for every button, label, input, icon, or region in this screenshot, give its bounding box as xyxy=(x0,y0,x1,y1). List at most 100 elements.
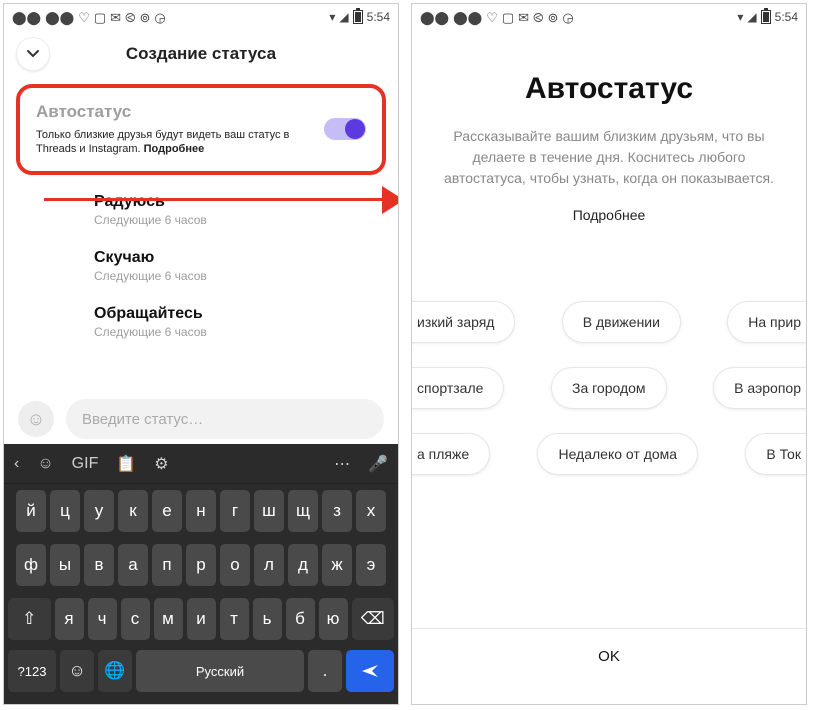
key[interactable]: с xyxy=(121,598,150,640)
status-option[interactable]: Скучаю Следующие 6 часов xyxy=(94,249,378,283)
kb-row-1: й ц у к е н г ш щ з х xyxy=(4,484,398,538)
key[interactable]: щ xyxy=(288,490,318,532)
battery-icon xyxy=(761,10,771,24)
keyboard: ‹ ☺ GIF 📋 ⚙ ⋯ 🎤 й ц у к е н г ш xyxy=(4,444,398,704)
ok-button[interactable]: OK xyxy=(412,628,806,684)
signal-icon: ◢ xyxy=(339,10,348,24)
signal-icon: ◢ xyxy=(747,10,756,24)
key[interactable]: э xyxy=(356,544,386,586)
chip[interactable]: изкий заряд xyxy=(411,301,515,343)
chip[interactable]: Недалеко от дома xyxy=(537,433,698,475)
keyboard-toolbar: ‹ ☺ GIF 📋 ⚙ ⋯ 🎤 xyxy=(4,444,398,484)
autostatus-heading: Автостатус xyxy=(412,72,806,106)
key[interactable]: ю xyxy=(319,598,348,640)
chip[interactable]: В аэропор xyxy=(713,367,807,409)
status-option-sub: Следующие 6 часов xyxy=(94,269,378,283)
key[interactable]: й xyxy=(16,490,46,532)
gif-button[interactable]: GIF xyxy=(72,455,99,473)
chip[interactable]: В Ток xyxy=(745,433,807,475)
key[interactable]: г xyxy=(220,490,250,532)
wifi-icon: ▾ xyxy=(737,10,743,24)
kb-collapse-icon[interactable]: ‹ xyxy=(14,455,19,473)
space-key[interactable]: Русский xyxy=(136,650,304,692)
key[interactable]: и xyxy=(187,598,216,640)
key[interactable]: х xyxy=(356,490,386,532)
kb-row-3: ⇧ я ч с м и т ь б ю ⌫ xyxy=(4,592,398,646)
composer: ☺ Введите статус… xyxy=(4,394,398,444)
key[interactable]: м xyxy=(154,598,183,640)
clipboard-icon[interactable]: 📋 xyxy=(116,454,136,474)
autostatus-toggle[interactable] xyxy=(324,118,366,140)
backspace-key[interactable]: ⌫ xyxy=(352,598,395,640)
enter-key[interactable] xyxy=(346,650,394,692)
key[interactable]: о xyxy=(220,544,250,586)
key[interactable]: з xyxy=(322,490,352,532)
status-option-sub: Следующие 6 часов xyxy=(94,213,378,227)
annotation-arrow xyxy=(44,198,382,202)
key[interactable]: а xyxy=(118,544,148,586)
status-option-sub: Следующие 6 часов xyxy=(94,325,378,339)
key[interactable]: е xyxy=(152,490,182,532)
wifi-icon: ▾ xyxy=(329,10,335,24)
settings-icon[interactable]: ⚙ xyxy=(154,454,168,474)
status-options: Радуюсь Следующие 6 часов Скучаю Следующ… xyxy=(4,187,398,339)
send-icon xyxy=(360,663,380,679)
key[interactable]: к xyxy=(118,490,148,532)
annotation-arrow-head xyxy=(382,186,399,214)
language-key[interactable]: 🌐 xyxy=(98,650,132,692)
kb-more-icon[interactable]: ⋯ xyxy=(334,454,350,474)
battery-icon xyxy=(353,10,363,24)
key[interactable]: я xyxy=(55,598,84,640)
symbols-key[interactable]: ?123 xyxy=(8,650,56,692)
key[interactable]: б xyxy=(286,598,315,640)
chip[interactable]: На прир xyxy=(727,301,807,343)
autostatus-chips: изкий заряд В движении На прир спортзале… xyxy=(412,301,806,475)
key[interactable]: у xyxy=(84,490,114,532)
autostatus-card[interactable]: Автостатус Только близкие друзья будут в… xyxy=(16,84,386,175)
chip[interactable]: спортзале xyxy=(411,367,504,409)
status-option-title: Обращайтесь xyxy=(94,305,378,323)
key[interactable]: ж xyxy=(322,544,352,586)
key[interactable]: ц xyxy=(50,490,80,532)
status-bar: ⬤⬤⬤⬤♡▢✉⧀⊚◶ ▾ ◢ 5:54 xyxy=(4,4,398,30)
emoji-button[interactable]: ☺ xyxy=(18,401,54,437)
kb-row-4: ?123 ☺ 🌐 Русский . xyxy=(4,646,398,698)
status-icons-right: ▾ ◢ 5:54 xyxy=(737,10,798,24)
clock: 5:54 xyxy=(367,10,390,24)
autostatus-desc: Только близкие друзья будут видеть ваш с… xyxy=(36,128,314,157)
page-title: Создание статуса xyxy=(16,44,386,64)
status-icons-right: ▾ ◢ 5:54 xyxy=(329,10,390,24)
key[interactable]: в xyxy=(84,544,114,586)
shift-key[interactable]: ⇧ xyxy=(8,598,51,640)
key[interactable]: ф xyxy=(16,544,46,586)
header: Создание статуса xyxy=(4,30,398,78)
autostatus-description: Рассказывайте вашим близким друзьям, что… xyxy=(438,126,780,189)
key[interactable]: р xyxy=(186,544,216,586)
chip[interactable]: а пляже xyxy=(411,433,490,475)
key[interactable]: т xyxy=(220,598,249,640)
status-bar: ⬤⬤⬤⬤♡▢✉⧀⊚◶ ▾ ◢ 5:54 xyxy=(412,4,806,30)
status-icons-left: ⬤⬤⬤⬤♡▢✉⧀⊚◶ xyxy=(12,11,166,24)
autostatus-title: Автостатус xyxy=(36,102,314,122)
clock: 5:54 xyxy=(775,10,798,24)
key[interactable]: л xyxy=(254,544,284,586)
emoji-key[interactable]: ☺ xyxy=(60,650,94,692)
sticker-icon[interactable]: ☺ xyxy=(37,455,53,473)
learn-more-link[interactable]: Подробнее xyxy=(412,207,806,223)
status-icons-left: ⬤⬤⬤⬤♡▢✉⧀⊚◶ xyxy=(420,11,574,24)
status-option[interactable]: Обращайтесь Следующие 6 часов xyxy=(94,305,378,339)
learn-more-link[interactable]: Подробнее xyxy=(144,143,205,155)
mic-icon[interactable]: 🎤 xyxy=(368,454,388,474)
key[interactable]: п xyxy=(152,544,182,586)
period-key[interactable]: . xyxy=(308,650,342,692)
key[interactable]: ч xyxy=(88,598,117,640)
key[interactable]: д xyxy=(288,544,318,586)
status-option-title: Скучаю xyxy=(94,249,378,267)
key[interactable]: н xyxy=(186,490,216,532)
chip[interactable]: В движении xyxy=(562,301,681,343)
key[interactable]: ш xyxy=(254,490,284,532)
key[interactable]: ы xyxy=(50,544,80,586)
chip[interactable]: За городом xyxy=(551,367,667,409)
status-input[interactable]: Введите статус… xyxy=(66,399,384,439)
key[interactable]: ь xyxy=(253,598,282,640)
